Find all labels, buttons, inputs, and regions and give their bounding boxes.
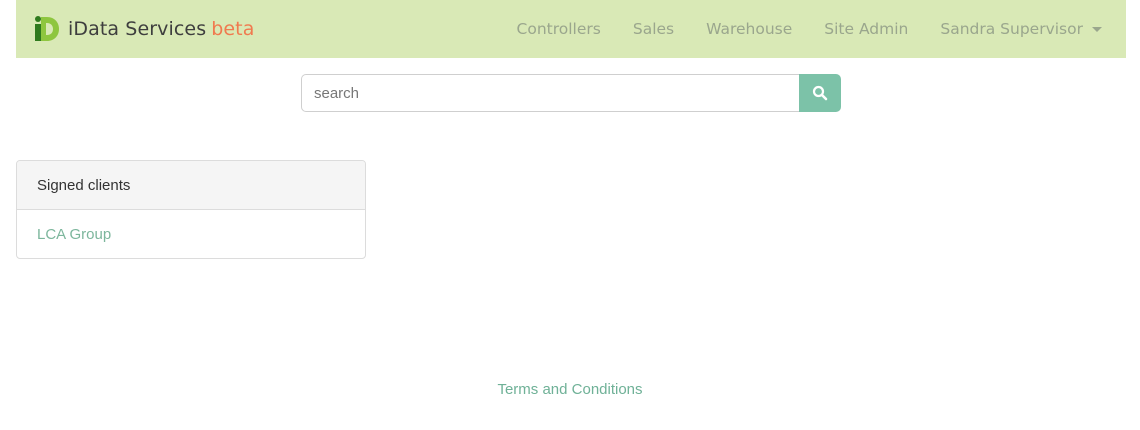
- idata-logo-icon: [35, 16, 59, 41]
- search-input[interactable]: [301, 74, 799, 112]
- search-icon: [812, 85, 828, 101]
- nav-site-admin[interactable]: Site Admin: [824, 20, 908, 38]
- search-button[interactable]: [799, 74, 841, 112]
- client-link-lca-group[interactable]: LCA Group: [37, 226, 111, 243]
- nav-sales[interactable]: Sales: [633, 20, 674, 38]
- nav-controllers[interactable]: Controllers: [517, 20, 601, 38]
- top-navbar: iData Services beta Controllers Sales War…: [16, 0, 1126, 58]
- signed-clients-panel: Signed clients LCA Group: [16, 160, 366, 259]
- nav-warehouse[interactable]: Warehouse: [706, 20, 792, 38]
- caret-down-icon: [1092, 26, 1102, 32]
- beta-tag: beta: [211, 18, 255, 40]
- user-name: Sandra Supervisor: [940, 20, 1083, 38]
- nav-menu: Controllers Sales Warehouse Site Admin S…: [485, 0, 1102, 58]
- brand-name: iData Services beta: [68, 18, 255, 40]
- panel-heading: Signed clients: [17, 161, 365, 210]
- footer: Terms and Conditions: [0, 381, 1140, 399]
- panel-body: LCA Group: [17, 210, 365, 258]
- search-bar: [301, 74, 841, 112]
- terms-link[interactable]: Terms and Conditions: [497, 381, 642, 398]
- user-menu[interactable]: Sandra Supervisor: [940, 20, 1102, 38]
- brand[interactable]: iData Services beta: [32, 14, 254, 44]
